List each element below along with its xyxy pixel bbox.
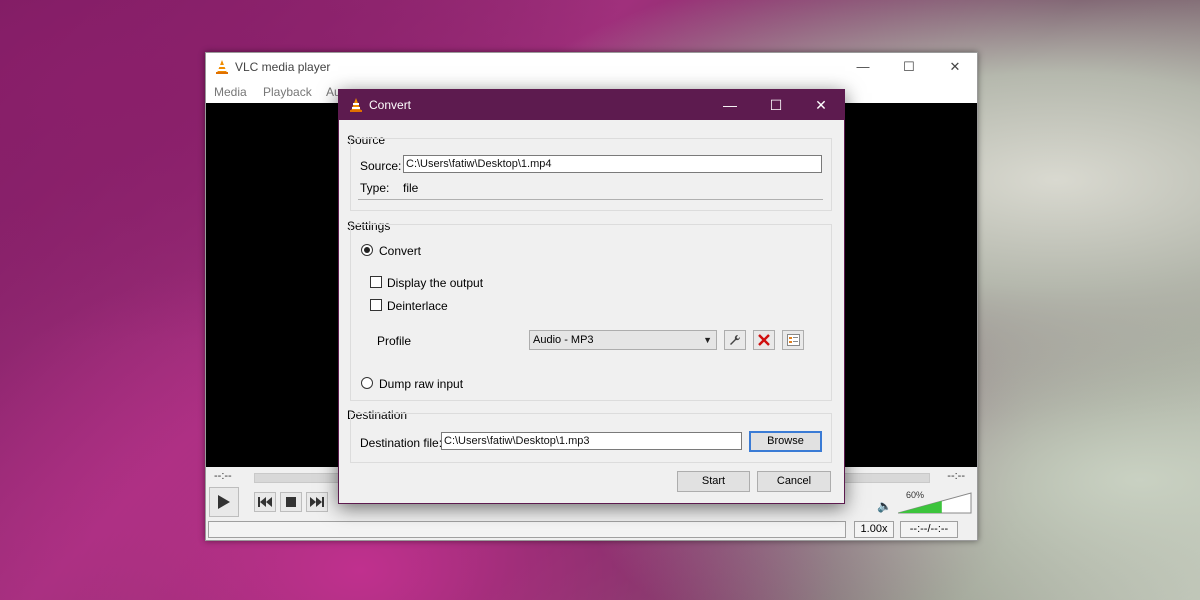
minimize-icon[interactable]: —: [840, 53, 886, 81]
convert-radio-label: Convert: [379, 244, 422, 258]
speaker-icon[interactable]: 🔈: [877, 499, 892, 513]
type-value: file: [403, 181, 419, 195]
previous-icon: [258, 497, 272, 507]
status-field: [208, 521, 846, 538]
edit-profile-button[interactable]: [724, 330, 746, 350]
new-profile-button[interactable]: [782, 330, 804, 350]
vlc-window-title: VLC media player: [235, 60, 331, 74]
chevron-down-icon: ▼: [703, 335, 712, 345]
vlc-cone-icon: [348, 97, 364, 116]
destination-file-input[interactable]: C:\Users\fatiw\Desktop\1.mp3: [441, 432, 742, 450]
menu-media[interactable]: Media: [214, 85, 247, 99]
profile-label: Profile: [377, 334, 412, 348]
play-button[interactable]: [209, 487, 239, 517]
convert-dialog: Convert — ☐ ✕ Source Source: C:\Users\fa…: [338, 89, 845, 504]
browse-button[interactable]: Browse: [749, 431, 822, 452]
display-output-checkbox[interactable]: [370, 276, 382, 288]
menu-playback[interactable]: Playback: [263, 85, 312, 99]
profile-selected: Audio - MP3: [533, 334, 594, 346]
close-icon[interactable]: ✕: [932, 53, 978, 81]
status-bar: 1.00x --:--/--:--: [206, 519, 977, 540]
dump-raw-label: Dump raw input: [379, 377, 464, 391]
dialog-titlebar: Convert — ☐ ✕: [339, 90, 844, 120]
dialog-title: Convert: [369, 98, 412, 112]
start-button[interactable]: Start: [677, 471, 750, 492]
playback-speed[interactable]: 1.00x: [854, 521, 894, 538]
close-icon[interactable]: ✕: [798, 90, 844, 120]
new-profile-icon: [786, 334, 800, 346]
maximize-icon[interactable]: ☐: [886, 53, 932, 81]
profile-dropdown[interactable]: Audio - MP3 ▼: [529, 330, 717, 350]
maximize-icon[interactable]: ☐: [753, 90, 799, 120]
stop-button[interactable]: [280, 492, 302, 512]
source-divider: [358, 199, 823, 200]
stop-icon: [286, 497, 296, 507]
next-icon: [310, 497, 324, 507]
delete-profile-button[interactable]: [753, 330, 775, 350]
next-button[interactable]: [306, 492, 328, 512]
display-output-label: Display the output: [387, 276, 484, 290]
deinterlace-label: Deinterlace: [387, 299, 448, 313]
destination-file-label: Destination file:: [360, 436, 443, 450]
dump-raw-radio[interactable]: [361, 377, 373, 389]
source-input[interactable]: C:\Users\fatiw\Desktop\1.mp4: [403, 155, 822, 173]
delete-x-icon: [758, 334, 770, 346]
cancel-button[interactable]: Cancel: [757, 471, 831, 492]
volume-slider[interactable]: [898, 492, 972, 514]
total-time: --:--: [947, 470, 965, 482]
wrench-icon: [730, 334, 741, 345]
source-label: Source:: [360, 159, 402, 173]
minimize-icon[interactable]: —: [707, 90, 753, 120]
source-group: [350, 138, 832, 211]
deinterlace-checkbox[interactable]: [370, 299, 382, 311]
vlc-cone-icon: [214, 59, 230, 78]
play-icon: [218, 495, 230, 509]
previous-button[interactable]: [254, 492, 276, 512]
convert-radio[interactable]: [361, 244, 373, 256]
vlc-titlebar: VLC media player — ☐ ✕: [206, 53, 977, 81]
elapsed-time: --:--: [214, 470, 232, 482]
type-label: Type:: [360, 181, 390, 195]
time-display[interactable]: --:--/--:--: [900, 521, 958, 538]
